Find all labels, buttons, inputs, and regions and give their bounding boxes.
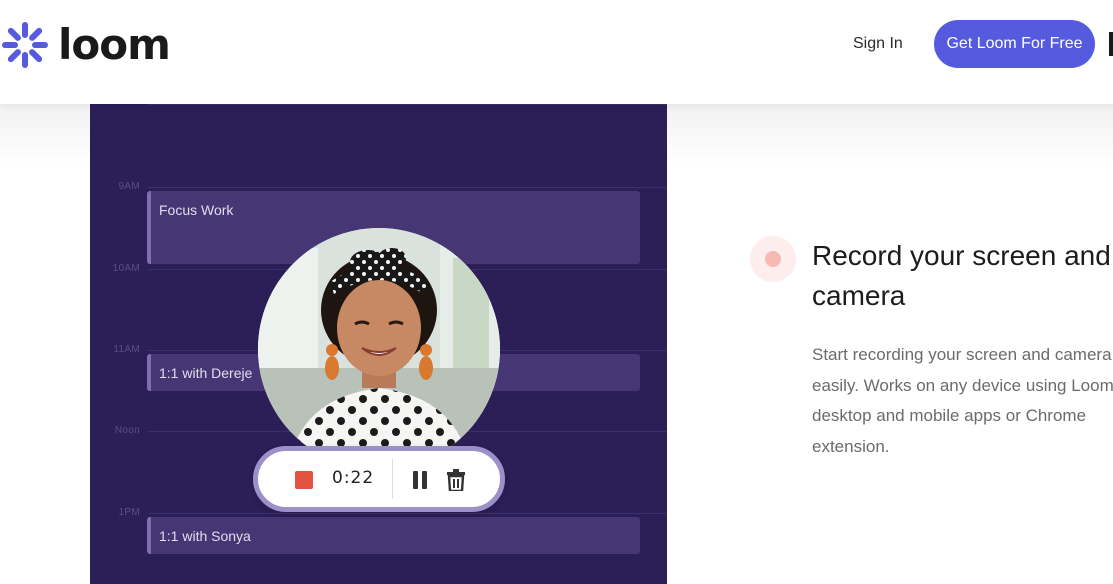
stop-recording-button[interactable] — [295, 471, 313, 489]
presenter-video-icon — [258, 228, 500, 470]
pause-icon — [422, 471, 427, 489]
pause-icon — [413, 471, 418, 489]
controls-divider — [392, 459, 393, 499]
menu-edge — [1109, 32, 1113, 56]
time-label: Noon — [114, 425, 140, 436]
recording-controls: 0:22 — [253, 446, 505, 512]
feature-title: Record your screen and camera — [812, 240, 1111, 311]
recording-timer: 0:22 — [332, 468, 375, 488]
logo-text: loom — [58, 20, 171, 69]
pause-button[interactable] — [413, 471, 427, 489]
calendar-event[interactable]: 1:1 with Sonya — [147, 517, 640, 554]
sign-in-link[interactable]: Sign In — [853, 34, 903, 54]
camera-bubble[interactable] — [258, 228, 500, 470]
calendar-gridline — [148, 513, 667, 514]
time-label: 1PM — [118, 507, 140, 518]
event-label: 1:1 with Sonya — [159, 528, 251, 544]
feature-description: Start recording your screen and camera e… — [812, 345, 1113, 456]
record-indicator-icon — [750, 236, 796, 282]
site-header: loom Sign In Get Loom For Free — [0, 0, 1113, 104]
trash-icon[interactable] — [447, 469, 465, 491]
calendar-gridline — [148, 104, 667, 105]
event-label: Focus Work — [159, 202, 234, 218]
time-label: 9AM — [118, 181, 140, 192]
loom-logo[interactable]: loom — [0, 20, 171, 70]
calendar-gridline — [148, 187, 667, 188]
time-label: 11AM — [113, 344, 140, 355]
get-loom-button[interactable]: Get Loom For Free — [934, 20, 1095, 68]
loom-burst-icon — [2, 22, 48, 68]
time-label: 10AM — [112, 263, 140, 274]
